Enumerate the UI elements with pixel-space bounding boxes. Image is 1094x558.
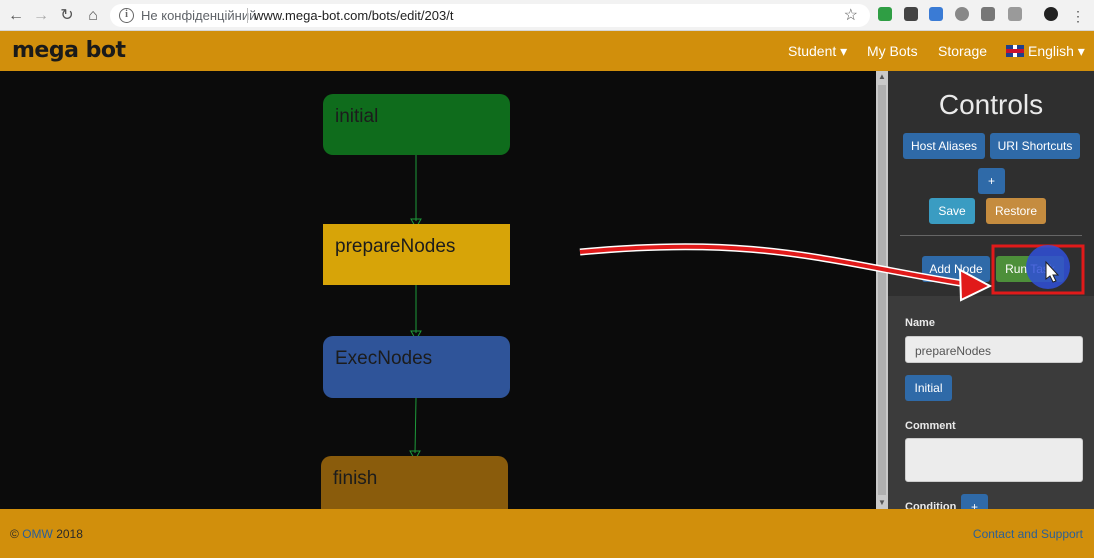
site-logo[interactable]: mega bot: [12, 38, 126, 63]
url-text[interactable]: www.mega-bot.com/bots/edit/203/t: [254, 8, 453, 23]
profile-avatar-icon[interactable]: [1044, 7, 1058, 21]
menu-dots-icon[interactable]: ⋮: [1068, 6, 1088, 26]
controls-title: Controls: [938, 89, 1044, 120]
name-label: Name: [905, 317, 935, 329]
copyright: © OMW 2018: [10, 527, 83, 541]
controls-panel: Controls Host Aliases URI Shortcuts + Sa…: [888, 71, 1094, 509]
security-label: Не конфіденційний: [141, 8, 257, 23]
flow-node-execnodes[interactable]: ExecNodes: [323, 336, 510, 398]
node-label: finish: [333, 468, 378, 489]
scroll-up-icon[interactable]: ▲: [876, 71, 888, 83]
nav-my-bots[interactable]: My Bots: [867, 43, 918, 59]
uk-flag-icon: [1006, 45, 1024, 57]
site-footer: © OMW 2018 Contact and Support: [0, 509, 1094, 558]
extension-icon[interactable]: [1008, 7, 1022, 21]
address-bar[interactable]: i Не конфіденційний www.mega-bot.com/bot…: [110, 4, 870, 27]
browser-toolbar: ← → ↻ ⌂ i Не конфіденційний www.mega-bot…: [0, 0, 1094, 31]
uri-shortcuts-button[interactable]: URI Shortcuts: [990, 133, 1080, 159]
address-divider: [247, 8, 248, 23]
comment-textarea[interactable]: [905, 438, 1083, 482]
edge-line: [414, 397, 417, 454]
node-label: initial: [335, 106, 379, 127]
language-label: English ▾: [1028, 43, 1085, 59]
comment-label: Comment: [905, 420, 956, 432]
scroll-thumb[interactable]: [878, 85, 886, 495]
divider: [900, 235, 1082, 236]
home-icon[interactable]: ⌂: [83, 6, 103, 26]
extension-icon[interactable]: [904, 7, 918, 21]
extension-icon[interactable]: [981, 7, 995, 21]
restore-button[interactable]: Restore: [986, 198, 1046, 224]
save-button[interactable]: Save: [929, 198, 975, 224]
flow-node-finish[interactable]: finish: [321, 456, 508, 509]
extension-icon[interactable]: [955, 7, 969, 21]
bookmark-star-icon[interactable]: ☆: [844, 5, 858, 25]
condition-label: Condition: [905, 501, 957, 509]
node-label: prepareNodes: [335, 236, 456, 257]
owner-link[interactable]: OMW: [22, 527, 53, 541]
add-condition-button[interactable]: +: [961, 494, 988, 509]
contact-support-link[interactable]: Contact and Support: [973, 527, 1083, 541]
run-task-button[interactable]: Run Task: [996, 256, 1064, 282]
panel-scrollbar[interactable]: ▲ ▼: [876, 71, 888, 509]
nav-student[interactable]: Student ▾: [788, 43, 847, 60]
name-input[interactable]: prepareNodes: [905, 336, 1083, 363]
flow-node-initial[interactable]: initial: [323, 94, 510, 155]
extension-icon[interactable]: [929, 7, 943, 21]
host-aliases-button[interactable]: Host Aliases: [903, 133, 985, 159]
nav-storage[interactable]: Storage: [938, 43, 987, 59]
node-label: ExecNodes: [335, 348, 433, 369]
copyright-year: 2018: [56, 527, 83, 541]
back-arrow-icon[interactable]: ←: [6, 6, 26, 26]
reload-icon[interactable]: ↻: [57, 6, 77, 26]
forward-arrow-icon[interactable]: →: [31, 6, 51, 26]
site-navbar: mega bot Student ▾ My Bots Storage Engli…: [0, 31, 1094, 71]
copyright-symbol: ©: [10, 527, 19, 541]
initial-button[interactable]: Initial: [905, 375, 952, 401]
add-shortcut-button[interactable]: +: [978, 168, 1005, 194]
add-node-button[interactable]: Add Node: [922, 256, 990, 282]
info-icon[interactable]: i: [119, 8, 134, 23]
flow-node-preparenodes[interactable]: prepareNodes: [323, 224, 510, 285]
scroll-down-icon[interactable]: ▼: [876, 497, 888, 509]
flow-canvas[interactable]: initial prepareNodes ExecNodes finish: [0, 71, 876, 509]
nav-language[interactable]: English ▾: [1006, 43, 1085, 60]
extension-icon[interactable]: [878, 7, 892, 21]
